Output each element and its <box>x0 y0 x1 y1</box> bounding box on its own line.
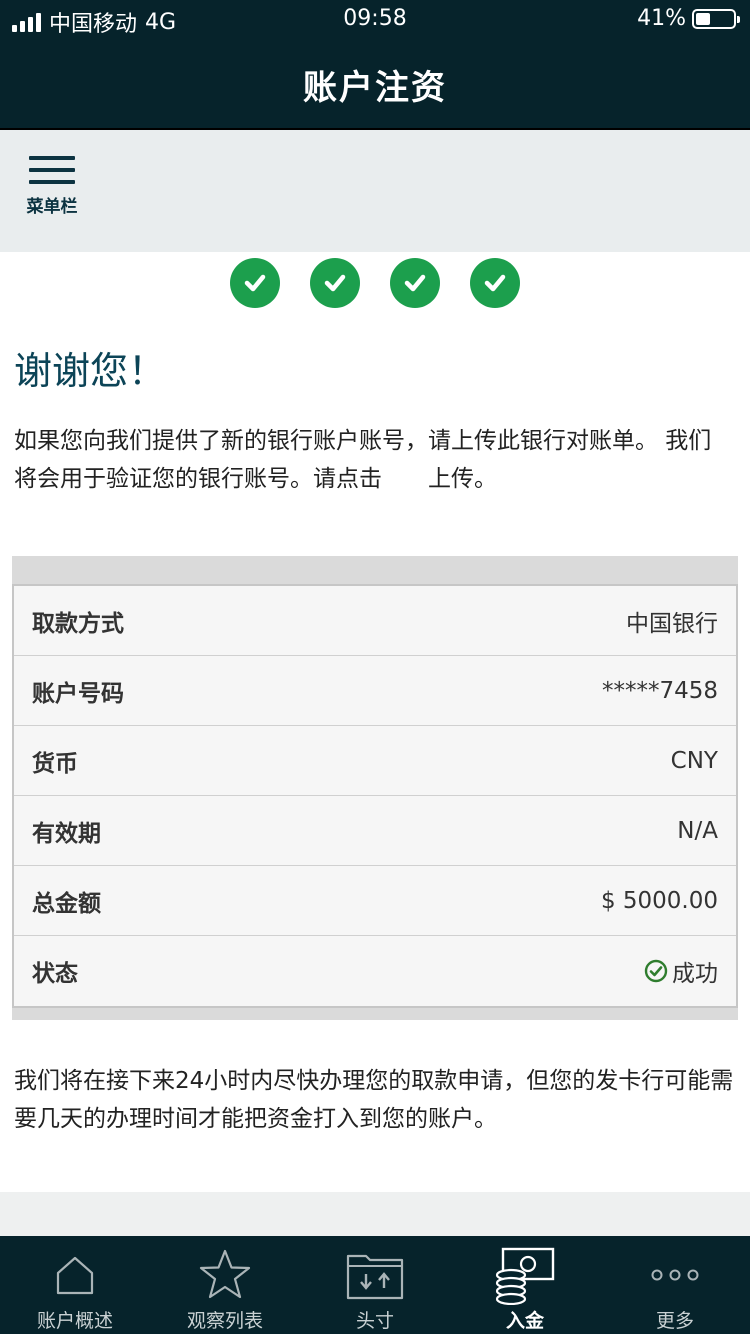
row-value: CNY <box>670 747 718 774</box>
tab-label: 更多 <box>655 1310 694 1332</box>
hamburger-icon <box>20 156 84 184</box>
status-value: 成功 <box>644 954 718 988</box>
tab-watchlist[interactable]: 观察列表 <box>150 1236 300 1334</box>
step-complete-1 <box>230 258 280 308</box>
table-row: 取款方式 中国银行 <box>14 586 736 656</box>
details-table: 取款方式 中国银行 账户号码 *****7458 货币 CNY 有效期 N/A … <box>12 584 738 1008</box>
footer-divider <box>0 1192 750 1236</box>
table-row: 总金额 $ 5000.00 <box>14 866 736 936</box>
more-dots-icon <box>651 1269 699 1281</box>
row-key: 状态 <box>32 961 78 987</box>
checkmark-icon <box>484 274 506 292</box>
processing-note: 我们将在接下来24小时内尽快办理您的取款申请，但您的发卡行可能需要几天的办理时间… <box>14 1068 734 1132</box>
tab-label: 账户概述 <box>36 1310 113 1332</box>
upload-instruction: 如果您向我们提供了新的银行账户账号，请上传此银行对账单。 我们将会用于验证您的银… <box>14 428 712 492</box>
row-key: 有效期 <box>32 820 101 847</box>
row-value: N/A <box>677 817 718 844</box>
step-complete-4 <box>470 258 520 308</box>
tab-positions[interactable]: 头寸 <box>300 1236 450 1334</box>
battery-percent: 41% <box>637 6 686 31</box>
row-key: 取款方式 <box>32 610 124 637</box>
step-complete-3 <box>390 258 440 308</box>
folder-arrows-icon <box>346 1254 404 1300</box>
tab-more[interactable]: 更多 <box>600 1236 750 1334</box>
status-right: 41% <box>637 6 740 31</box>
table-row: 货币 CNY <box>14 726 736 796</box>
tab-label: 入金 <box>505 1310 544 1332</box>
thanks-heading: 谢谢您！ <box>14 349 167 393</box>
check-circle-icon <box>644 959 668 983</box>
money-coins-icon <box>495 1247 555 1305</box>
row-value: 中国银行 <box>626 610 718 637</box>
menu-strip: 菜单栏 <box>0 130 750 252</box>
checkmark-icon <box>244 274 266 292</box>
tab-label: 头寸 <box>355 1310 394 1332</box>
row-value: $ 5000.00 <box>600 887 718 914</box>
tab-deposit[interactable]: 入金 <box>450 1236 600 1334</box>
checkmark-icon <box>324 274 346 292</box>
home-icon <box>56 1256 94 1295</box>
star-icon <box>199 1249 251 1299</box>
table-row: 账户号码 *****7458 <box>14 656 736 726</box>
table-row: 有效期 N/A <box>14 796 736 866</box>
menu-button[interactable]: 菜单栏 <box>20 156 84 226</box>
menu-label: 菜单栏 <box>26 197 78 217</box>
checkmark-icon <box>404 274 426 292</box>
step-complete-2 <box>310 258 360 308</box>
row-key: 账户号码 <box>32 680 124 707</box>
nav-bar: 账户注资 <box>0 40 750 130</box>
battery-icon <box>692 8 740 29</box>
status-bar: 中国移动 4G 09:58 41% <box>0 0 750 40</box>
page-title: 账户注资 <box>303 68 447 108</box>
row-key: 货币 <box>32 750 78 777</box>
progress-steps <box>0 258 750 308</box>
tab-bar: 账户概述 观察列表 头寸 入金 更多 <box>0 1236 750 1334</box>
status-text: 成功 <box>672 961 718 987</box>
tab-account-overview[interactable]: 账户概述 <box>0 1236 150 1334</box>
table-row: 状态 成功 <box>14 936 736 1006</box>
row-value: *****7458 <box>601 677 718 704</box>
tab-label: 观察列表 <box>186 1310 263 1332</box>
row-key: 总金额 <box>32 890 101 917</box>
